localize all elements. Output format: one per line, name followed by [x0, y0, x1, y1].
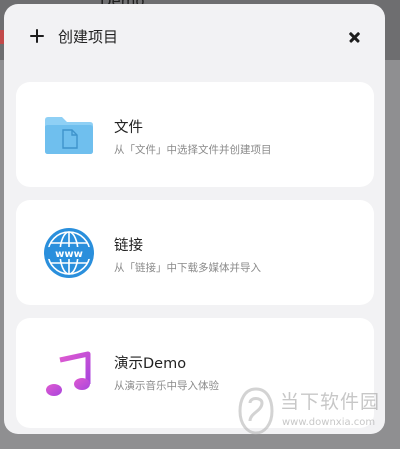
- option-link-description: 从「链接」中下载多媒体并导入: [114, 262, 261, 274]
- watermark-url: www.downxia.com: [282, 417, 376, 428]
- option-file-description: 从「文件」中选择文件并创建项目: [114, 144, 272, 156]
- option-link[interactable]: www 链接 从「链接」中下载多媒体并导入: [16, 200, 374, 305]
- svg-text:www: www: [55, 249, 83, 260]
- music-note-icon: [46, 351, 91, 396]
- dialog-title: 创建项目: [58, 28, 119, 46]
- dialog-header: 创建项目: [4, 4, 385, 70]
- option-file-title: 文件: [114, 120, 143, 136]
- plus-icon: [30, 29, 44, 43]
- globe-www-icon: www: [44, 228, 94, 278]
- option-demo-title: 演示Demo: [114, 356, 187, 372]
- option-demo-description: 从演示音乐中导入体验: [114, 380, 219, 392]
- close-button[interactable]: [342, 24, 368, 50]
- create-project-dialog: 创建项目 文件 从「文件」中选择文件并创建项目 www 链接 从「链接」中下载多…: [4, 4, 385, 434]
- watermark-name: 当下软件园: [280, 391, 381, 413]
- watermark-logo-icon: [238, 387, 274, 435]
- option-link-title: 链接: [114, 238, 143, 254]
- watermark: 当下软件园 www.downxia.com: [236, 383, 396, 443]
- option-file[interactable]: 文件 从「文件」中选择文件并创建项目: [16, 82, 374, 187]
- folder-icon: [45, 117, 93, 154]
